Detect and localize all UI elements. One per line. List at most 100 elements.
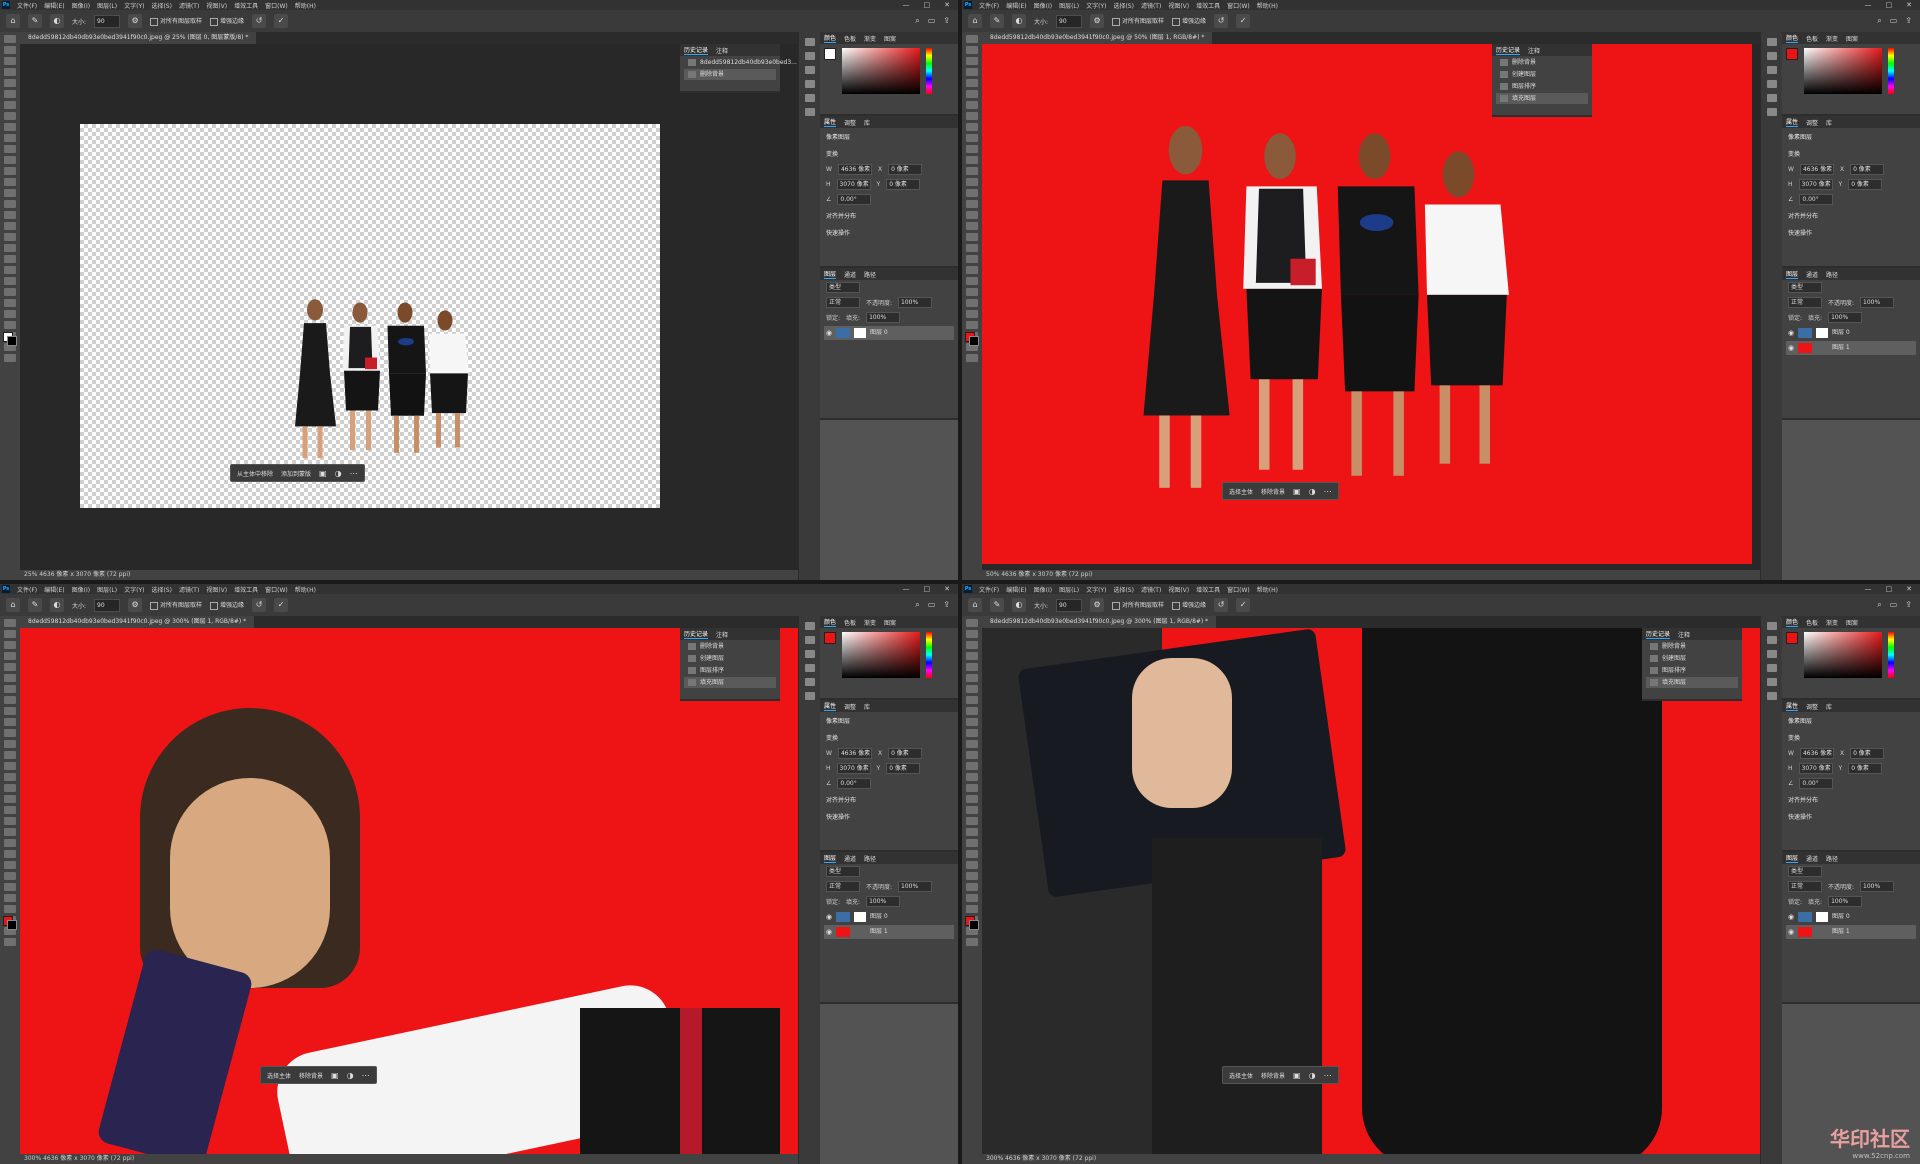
tool-icon[interactable] bbox=[966, 938, 978, 946]
history-item[interactable]: 删除背景 bbox=[684, 641, 776, 652]
menu-item[interactable]: 文件(F) bbox=[979, 1, 999, 10]
history-item[interactable]: 图层排序 bbox=[684, 665, 776, 676]
settings-gear-icon[interactable]: ⚙ bbox=[128, 598, 143, 612]
sample-all-layers-checkbox[interactable]: 对所有图层取样 bbox=[150, 16, 202, 26]
tool-icon[interactable] bbox=[966, 134, 978, 142]
properties-tab[interactable]: 调整 bbox=[844, 702, 856, 711]
tool-icon[interactable] bbox=[4, 905, 16, 913]
panel-toggle-icon[interactable] bbox=[805, 636, 815, 644]
angle-field[interactable]: 0.00° bbox=[1799, 778, 1834, 789]
panel-toggle-icon[interactable] bbox=[805, 38, 815, 46]
tool-icon[interactable] bbox=[4, 883, 16, 891]
size-input[interactable]: 90 bbox=[94, 598, 121, 612]
panel-toggle-icon[interactable] bbox=[805, 52, 815, 60]
menu-item[interactable]: 编辑(E) bbox=[44, 1, 64, 10]
tool-icon[interactable] bbox=[966, 145, 978, 153]
tool-icon[interactable] bbox=[4, 707, 16, 715]
layer-row[interactable]: ◉ 图层 1 bbox=[824, 925, 954, 939]
fg-swatch[interactable] bbox=[824, 632, 836, 644]
document-tab[interactable]: 8dedd59812db40db93e0bed3941f90c0.jpeg @ … bbox=[20, 32, 257, 44]
layer-row[interactable]: ◉ 图层 0 bbox=[824, 910, 954, 924]
tool-icon[interactable] bbox=[4, 189, 16, 197]
tool-icon[interactable] bbox=[4, 619, 16, 627]
panel-toggle-icon[interactable] bbox=[805, 650, 815, 658]
history-item[interactable]: 填充图层 bbox=[684, 677, 776, 688]
history-item[interactable]: 图层排序 bbox=[1496, 81, 1588, 92]
tool-icon[interactable] bbox=[4, 685, 16, 693]
transform-section[interactable]: 变换 bbox=[820, 729, 958, 746]
tool-icon[interactable] bbox=[4, 255, 16, 263]
menu-item[interactable]: 文件(F) bbox=[17, 1, 37, 10]
tool-icon[interactable] bbox=[966, 905, 978, 913]
tool-icon[interactable] bbox=[4, 784, 16, 792]
tool-icon[interactable] bbox=[4, 641, 16, 649]
undo-icon[interactable]: ↺ bbox=[1214, 598, 1229, 612]
layers-tab[interactable]: 通道 bbox=[844, 270, 856, 279]
panel-toggle-icon[interactable] bbox=[805, 692, 815, 700]
layer-mask-thumbnail[interactable] bbox=[854, 912, 866, 922]
document-tab[interactable]: 8dedd59812db40db93e0bed3941f90c0.jpeg @ … bbox=[982, 616, 1217, 628]
color-tab[interactable]: 颜色 bbox=[1786, 617, 1799, 627]
menu-item[interactable]: 滤镜(T) bbox=[179, 585, 199, 594]
panel-toggle-icon[interactable] bbox=[1767, 636, 1777, 644]
tool-icon[interactable] bbox=[4, 740, 16, 748]
tool-icon[interactable] bbox=[966, 79, 978, 87]
background-color-swatch[interactable] bbox=[7, 336, 17, 346]
blend-mode-select[interactable]: 正常 bbox=[826, 881, 860, 892]
adjust-icon[interactable]: ◑ bbox=[1309, 1071, 1316, 1080]
quick-actions-section[interactable]: 快速操作 bbox=[820, 224, 958, 241]
tool-icon[interactable] bbox=[4, 872, 16, 880]
workspace-icon[interactable]: ▭ bbox=[1890, 600, 1898, 610]
tool-icon[interactable] bbox=[4, 718, 16, 726]
commit-check-icon[interactable]: ✓ bbox=[1236, 598, 1251, 612]
tool-icon[interactable] bbox=[4, 68, 16, 76]
window-control-button[interactable]: ✕ bbox=[1906, 1, 1912, 9]
window-control-button[interactable]: ✕ bbox=[944, 1, 950, 9]
layer-row[interactable]: ◉ 图层 0 bbox=[1786, 326, 1916, 340]
layers-tab[interactable]: 路径 bbox=[1826, 270, 1838, 279]
menu-item[interactable]: 增效工具 bbox=[1196, 1, 1220, 10]
menu-item[interactable]: 视图(V) bbox=[1168, 1, 1189, 10]
home-icon[interactable]: ⌂ bbox=[6, 14, 20, 28]
quick-actions-section[interactable]: 快速操作 bbox=[1782, 224, 1920, 241]
panel-toggle-icon[interactable] bbox=[1767, 678, 1777, 686]
menu-item[interactable]: 图像(I) bbox=[1034, 1, 1052, 10]
kind-filter-select[interactable]: 类型 bbox=[1788, 866, 1822, 877]
properties-tab[interactable]: 库 bbox=[864, 118, 870, 127]
menu-item[interactable]: 选择(S) bbox=[151, 585, 172, 594]
window-control-button[interactable]: — bbox=[903, 585, 910, 593]
properties-tab[interactable]: 库 bbox=[1826, 702, 1832, 711]
color-tab[interactable]: 颜色 bbox=[824, 617, 837, 627]
share-icon[interactable]: ⇪ bbox=[943, 16, 950, 26]
tool-icon[interactable] bbox=[966, 751, 978, 759]
window-control-button[interactable]: — bbox=[1865, 1, 1872, 9]
properties-tab[interactable]: 调整 bbox=[1806, 702, 1818, 711]
menu-item[interactable]: 帮助(H) bbox=[1257, 1, 1278, 10]
more-icon[interactable]: ⋯ bbox=[362, 1071, 370, 1080]
color-tab[interactable]: 渐变 bbox=[864, 618, 876, 627]
share-icon[interactable]: ⇪ bbox=[1905, 16, 1912, 26]
tool-icon[interactable] bbox=[4, 101, 16, 109]
tool-icon[interactable] bbox=[4, 652, 16, 660]
tool-icon[interactable] bbox=[4, 354, 16, 362]
fill-field[interactable]: 100% bbox=[1828, 312, 1863, 323]
tool-icon[interactable] bbox=[966, 619, 978, 627]
notes-tab[interactable]: 注释 bbox=[716, 630, 728, 639]
tool-icon[interactable] bbox=[966, 222, 978, 230]
tool-icon[interactable] bbox=[4, 839, 16, 847]
blend-mode-select[interactable]: 正常 bbox=[826, 297, 860, 308]
adjust-icon[interactable]: ◑ bbox=[1309, 487, 1316, 496]
tool-icon[interactable] bbox=[966, 883, 978, 891]
panel-toggle-icon[interactable] bbox=[805, 66, 815, 74]
kind-filter-select[interactable]: 类型 bbox=[826, 866, 860, 877]
panel-toggle-icon[interactable] bbox=[1767, 664, 1777, 672]
menu-item[interactable]: 窗口(W) bbox=[1227, 585, 1250, 594]
undo-icon[interactable]: ↺ bbox=[252, 14, 267, 28]
tool-icon[interactable] bbox=[966, 354, 978, 362]
tool-icon[interactable] bbox=[4, 321, 16, 329]
fill-field[interactable]: 100% bbox=[866, 896, 901, 907]
menu-item[interactable]: 图层(L) bbox=[1059, 585, 1079, 594]
tool-icon[interactable] bbox=[966, 663, 978, 671]
workspace-icon[interactable]: ▭ bbox=[928, 16, 936, 26]
visibility-eye-icon[interactable]: ◉ bbox=[1788, 341, 1794, 355]
